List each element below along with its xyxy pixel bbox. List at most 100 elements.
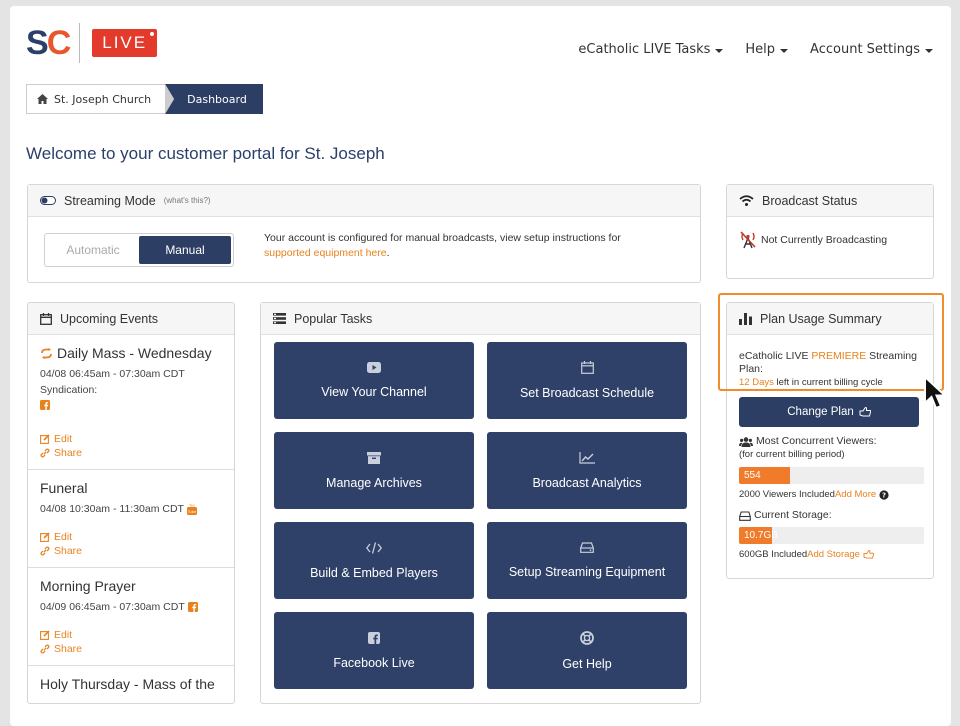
viewers-bar: 554 (739, 467, 924, 484)
whats-this-link[interactable]: (what's this?) (164, 196, 211, 205)
page: SC LIVE eCatholic LIVE Tasks Help Accoun… (10, 6, 951, 726)
mode-manual-option[interactable]: Manual (139, 236, 231, 264)
logo-live-badge: LIVE (92, 29, 158, 57)
link-icon (40, 448, 50, 458)
event-edit-link[interactable]: Edit (40, 433, 222, 445)
viewers-included-row: 2000 Viewers Included Add More ? (739, 488, 924, 501)
nav-tasks-menu[interactable]: eCatholic LIVE Tasks (578, 42, 724, 57)
edit-icon (40, 434, 50, 444)
plan-description: eCatholic LIVE PREMIERE Streaming Plan: … (739, 350, 924, 389)
nav-help-menu[interactable]: Help (745, 42, 789, 57)
breadcrumb: St. Joseph Church Dashboard (26, 84, 263, 114)
play-icon (367, 362, 381, 373)
panel-header: Broadcast Status (727, 185, 933, 217)
breadcrumb-dashboard: Dashboard (165, 84, 263, 114)
logo-dot (150, 32, 155, 36)
event-title-row[interactable]: Morning Prayer (40, 578, 222, 594)
view-channel-button[interactable]: View Your Channel (274, 342, 474, 419)
edit-icon (40, 532, 50, 542)
panel-header: Popular Tasks (261, 303, 700, 335)
event-title: Holy Thursday - Mass of the (40, 676, 215, 692)
logo-live-text: LIVE (102, 33, 148, 52)
mode-automatic-option[interactable]: Automatic (47, 236, 139, 264)
users-icon (739, 436, 753, 447)
not-broadcasting-icon (740, 231, 756, 249)
event-title: Daily Mass - Wednesday (57, 345, 212, 361)
manage-archives-button[interactable]: Manage Archives (274, 432, 474, 509)
get-help-button[interactable]: Get Help (487, 612, 687, 689)
event-time-row: 04/09 06:45am - 07:30am CDT (40, 599, 222, 615)
event-title-row[interactable]: Holy Thursday - Mass of the (40, 676, 222, 692)
wifi-icon (739, 195, 754, 206)
svg-text:You: You (189, 504, 195, 508)
days-left-text: left in current billing cycle (773, 377, 883, 388)
event-syndication: Syndication: (40, 384, 98, 396)
task-label: Manage Archives (326, 475, 422, 490)
broadcast-status-panel: Broadcast Status Not Currently Broadcast… (726, 184, 934, 279)
nav-label: Help (745, 42, 776, 57)
ec-live-logo[interactable]: SC LIVE (26, 23, 158, 63)
storage-included-row: 600GB Included Add Storage (739, 548, 924, 561)
panel-title: Popular Tasks (294, 311, 373, 326)
storage-label: Current Storage: (754, 509, 832, 521)
broadcast-analytics-button[interactable]: Broadcast Analytics (487, 432, 687, 509)
caret-down-icon (925, 48, 933, 53)
event-share-link[interactable]: Share (40, 545, 222, 557)
task-label: Broadcast Analytics (532, 475, 642, 490)
tasks-icon (273, 313, 286, 324)
events-list: Daily Mass - Wednesday 04/08 06:45am - 0… (28, 335, 234, 702)
task-label: Facebook Live (333, 655, 415, 670)
hand-pointer-icon (863, 550, 874, 559)
facebook-icon[interactable] (40, 400, 50, 410)
build-embed-players-button[interactable]: Build & Embed Players (274, 522, 474, 599)
caret-down-icon (780, 48, 789, 53)
share-label: Share (54, 545, 83, 557)
add-more-link[interactable]: Add More (835, 488, 876, 501)
event-time-row: 04/08 10:30am - 11:30am CDT You Tube (40, 501, 222, 517)
logo-sc: SC (26, 24, 71, 62)
viewers-period: (for current billing period) (739, 449, 845, 460)
event-edit-link[interactable]: Edit (40, 531, 222, 543)
event-item: Daily Mass - Wednesday 04/08 06:45am - 0… (28, 335, 234, 470)
streaming-mode-panel: Streaming Mode (what's this?) Automatic … (27, 184, 701, 283)
nav-label: Account Settings (810, 42, 920, 57)
home-icon (37, 94, 48, 104)
mode-description: Your account is configured for manual br… (264, 231, 664, 261)
facebook-live-button[interactable]: Facebook Live (274, 612, 474, 689)
event-edit-link[interactable]: Edit (40, 629, 222, 641)
breadcrumb-home[interactable]: St. Joseph Church (26, 84, 175, 114)
panel-header: Plan Usage Summary (727, 303, 933, 335)
add-storage-link[interactable]: Add Storage (807, 548, 860, 561)
plan-usage-panel: Plan Usage Summary eCatholic LIVE PREMIE… (726, 302, 934, 579)
facebook-icon[interactable] (187, 602, 198, 612)
link-icon (40, 546, 50, 556)
event-item: Holy Thursday - Mass of the (28, 666, 234, 702)
viewers-label: Most Concurrent Viewers: (756, 435, 877, 447)
event-title-row[interactable]: Funeral (40, 480, 222, 496)
life-ring-icon (580, 630, 594, 645)
plan-name-row: eCatholic LIVE PREMIERE Streaming (739, 350, 924, 363)
popular-tasks-panel: Popular Tasks View Your Channel Set Broa… (260, 302, 701, 704)
set-schedule-button[interactable]: Set Broadcast Schedule (487, 342, 687, 419)
supported-equipment-link[interactable]: supported equipment here (264, 247, 387, 259)
link-icon (40, 644, 50, 654)
event-item: Morning Prayer 04/09 06:45am - 07:30am C… (28, 568, 234, 666)
change-plan-label: Change Plan (787, 406, 854, 418)
hard-drive-icon (739, 510, 751, 521)
calendar-icon (40, 312, 52, 325)
setup-equipment-button[interactable]: Setup Streaming Equipment (487, 522, 687, 599)
plan-label: Plan: (739, 363, 763, 375)
page-title: Welcome to your customer portal for St. … (26, 144, 385, 163)
line-chart-icon (579, 451, 595, 464)
event-share-link[interactable]: Share (40, 643, 222, 655)
viewers-label-row: Most Concurrent Viewers: (739, 435, 924, 448)
event-title-row[interactable]: Daily Mass - Wednesday (40, 345, 222, 361)
viewers-bar-fill: 554 (739, 467, 791, 484)
task-label: Set Broadcast Schedule (519, 386, 655, 400)
nav-account-menu[interactable]: Account Settings (810, 42, 933, 57)
youtube-icon[interactable]: YouTube (186, 504, 197, 515)
change-plan-button[interactable]: Change Plan (739, 397, 919, 427)
event-share-link[interactable]: Share (40, 447, 222, 459)
question-icon[interactable]: ? (879, 489, 889, 500)
panel-title: Upcoming Events (60, 311, 158, 326)
